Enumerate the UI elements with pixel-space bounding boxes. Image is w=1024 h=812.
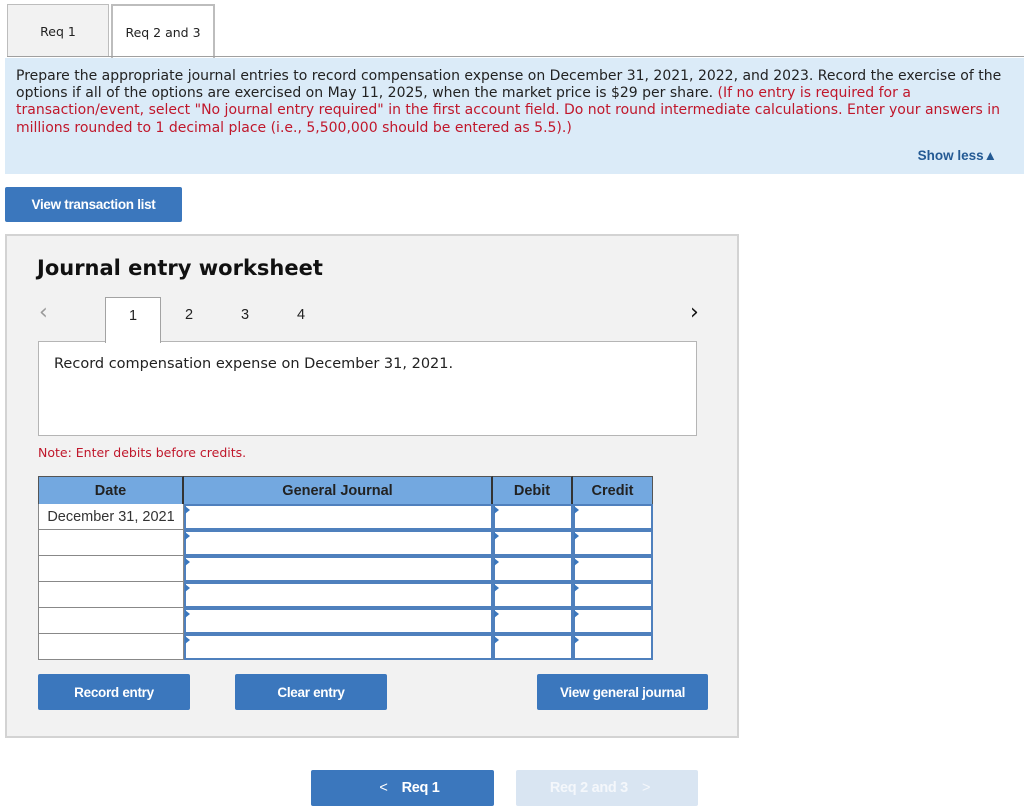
debit-input[interactable]: [493, 634, 573, 660]
triangle-up-icon: ▲: [983, 147, 997, 163]
credit-input[interactable]: [573, 634, 653, 660]
account-input[interactable]: [184, 504, 493, 530]
previous-requirement-label: Req 1: [401, 780, 440, 796]
chevron-left-icon[interactable]: ‹: [39, 300, 48, 325]
debit-input[interactable]: [493, 504, 573, 530]
journal-table: Date General Journal Debit Credit Decemb…: [38, 476, 653, 660]
debit-input[interactable]: [493, 608, 573, 634]
account-input[interactable]: [184, 530, 493, 556]
account-input[interactable]: [184, 582, 493, 608]
clear-entry-button[interactable]: Clear entry: [235, 674, 387, 710]
table-row: December 31, 2021: [38, 504, 653, 530]
worksheet-title: Journal entry worksheet: [37, 256, 323, 280]
date-cell: [38, 634, 184, 660]
page-4[interactable]: 4: [273, 297, 329, 342]
account-input[interactable]: [184, 608, 493, 634]
instructions-panel: Prepare the appropriate journal entries …: [5, 58, 1024, 174]
header-debit: Debit: [493, 476, 573, 504]
record-entry-button[interactable]: Record entry: [38, 674, 190, 710]
date-cell: December 31, 2021: [38, 504, 184, 530]
header-date: Date: [38, 476, 184, 504]
header-credit: Credit: [573, 476, 653, 504]
journal-entry-worksheet: Journal entry worksheet ‹ 1 2 3 4 › Reco…: [5, 234, 739, 738]
debit-credit-note: Note: Enter debits before credits.: [38, 445, 247, 460]
previous-requirement-button[interactable]: < Req 1: [311, 770, 494, 806]
view-general-journal-button[interactable]: View general journal: [537, 674, 708, 710]
account-input[interactable]: [184, 556, 493, 582]
table-row: [38, 634, 653, 660]
table-row: [38, 530, 653, 556]
debit-input[interactable]: [493, 530, 573, 556]
debit-input[interactable]: [493, 556, 573, 582]
tab-divider: [7, 56, 1024, 57]
view-transaction-list-button[interactable]: View transaction list: [5, 187, 182, 222]
page-2[interactable]: 2: [161, 297, 217, 342]
requirement-tabs: Req 1 Req 2 and 3: [7, 4, 215, 58]
credit-input[interactable]: [573, 530, 653, 556]
show-less-link[interactable]: Show less▲: [918, 147, 997, 164]
chevron-left-icon: <: [379, 780, 388, 796]
date-cell: [38, 582, 184, 608]
next-requirement-label: Req 2 and 3: [549, 780, 628, 796]
chevron-right-icon[interactable]: ›: [690, 300, 699, 325]
chevron-right-icon: >: [641, 780, 651, 796]
credit-input[interactable]: [573, 608, 653, 634]
debit-input[interactable]: [493, 582, 573, 608]
credit-input[interactable]: [573, 504, 653, 530]
entry-description: Record compensation expense on December …: [38, 341, 697, 436]
tab-req-1[interactable]: Req 1: [7, 4, 109, 57]
table-row: [38, 582, 653, 608]
tab-req-2-and-3[interactable]: Req 2 and 3: [111, 4, 215, 58]
credit-input[interactable]: [573, 582, 653, 608]
account-input[interactable]: [184, 634, 493, 660]
page-1[interactable]: 1: [105, 297, 161, 343]
date-cell: [38, 530, 184, 556]
table-header: Date General Journal Debit Credit: [38, 476, 653, 504]
date-cell: [38, 608, 184, 634]
next-requirement-button[interactable]: Req 2 and 3 >: [516, 770, 698, 806]
entry-pagination: 1 2 3 4: [105, 297, 329, 343]
page-3[interactable]: 3: [217, 297, 273, 342]
header-general-journal: General Journal: [184, 476, 493, 504]
date-cell: [38, 556, 184, 582]
table-row: [38, 608, 653, 634]
table-row: [38, 556, 653, 582]
show-less-label: Show less: [917, 147, 984, 163]
credit-input[interactable]: [573, 556, 653, 582]
